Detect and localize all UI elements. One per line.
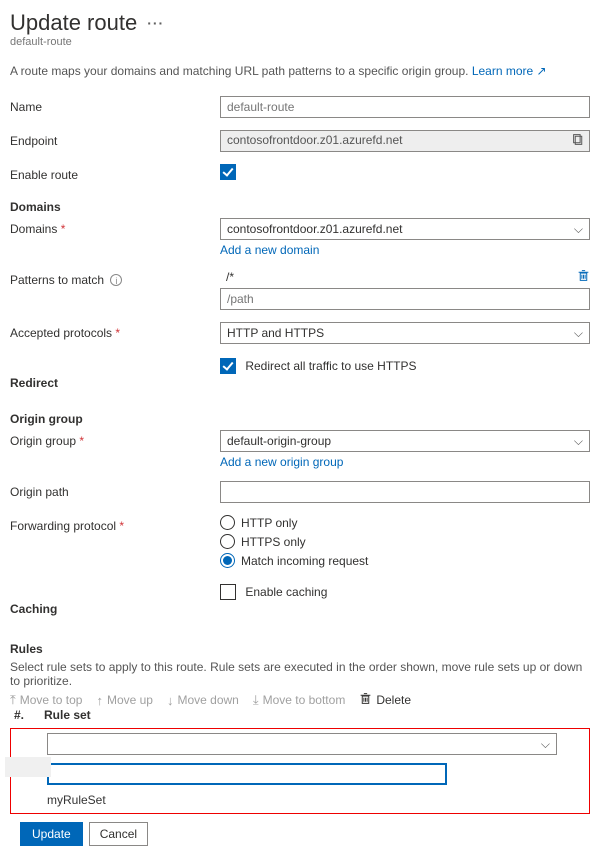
accepted-protocols-label: Accepted protocols — [10, 326, 112, 340]
origin-group-select[interactable]: default-origin-group ⌵ — [220, 430, 590, 452]
endpoint-field: contosofrontdoor.z01.azurefd.net — [220, 130, 590, 152]
move-up-button: ↑ Move up — [96, 693, 153, 708]
arrow-up-icon: ↑ — [96, 693, 103, 708]
radio-https-only[interactable]: HTTPS only — [220, 534, 590, 549]
origin-group-value: default-origin-group — [227, 434, 331, 448]
radio-match-request-label: Match incoming request — [241, 554, 368, 568]
rule-set-option[interactable]: myRuleSet — [47, 793, 583, 807]
caching-section-header: Caching — [10, 602, 220, 616]
rules-toolbar: ⤒ Move to top ↑ Move up ↓ Move down ⤓ Mo… — [10, 692, 590, 708]
chevron-down-icon: ⌵ — [574, 434, 583, 449]
name-field — [220, 96, 590, 118]
table-row-bg — [5, 757, 51, 777]
move-bottom-icon: ⤓ — [253, 692, 259, 708]
origin-group-label: Origin group — [10, 434, 76, 448]
copy-icon[interactable] — [572, 133, 585, 149]
enable-caching-label: Enable caching — [245, 585, 327, 599]
add-domain-link[interactable]: Add a new domain — [220, 243, 319, 257]
rules-section-header: Rules — [10, 642, 590, 656]
radio-https-only-label: HTTPS only — [241, 535, 306, 549]
more-icon[interactable]: ··· — [147, 15, 164, 31]
rule-set-select[interactable]: ⌵ — [47, 733, 557, 755]
rule-set-table: ⌵ myRuleSet — [10, 728, 590, 814]
pattern-value: /* — [220, 270, 577, 284]
origin-path-label: Origin path — [10, 481, 220, 499]
chevron-down-icon: ⌵ — [574, 326, 583, 341]
required-asterisk: * — [115, 326, 120, 340]
delete-pattern-icon[interactable] — [577, 269, 590, 285]
delete-button[interactable]: Delete — [359, 692, 411, 708]
domains-select[interactable]: contosofrontdoor.z01.azurefd.net ⌵ — [220, 218, 590, 240]
accepted-protocols-value: HTTP and HTTPS — [227, 326, 324, 340]
required-asterisk: * — [79, 434, 84, 448]
cancel-button[interactable]: Cancel — [89, 822, 148, 846]
radio-http-only[interactable]: HTTP only — [220, 515, 590, 530]
learn-more-link[interactable]: Learn more — [472, 64, 533, 78]
page-title: Update route — [10, 10, 137, 36]
move-top-button: ⤒ Move to top — [10, 692, 82, 708]
required-asterisk: * — [119, 519, 124, 533]
domains-label: Domains — [10, 222, 57, 236]
column-number-header: #. — [14, 708, 44, 722]
patterns-label: Patterns to match — [10, 273, 104, 287]
info-icon[interactable]: i — [110, 274, 122, 286]
domains-value: contosofrontdoor.z01.azurefd.net — [227, 222, 402, 236]
rule-set-search-input[interactable] — [47, 763, 447, 785]
domains-section-header: Domains — [10, 200, 590, 214]
move-bottom-button: ⤓ Move to bottom — [253, 692, 345, 708]
origin-group-section-header: Origin group — [10, 412, 590, 426]
enable-caching-checkbox[interactable] — [220, 584, 236, 600]
external-link-icon: ↗ — [537, 64, 547, 78]
column-rule-set-header: Rule set — [44, 708, 91, 722]
chevron-down-icon: ⌵ — [574, 222, 583, 237]
redirect-https-label: Redirect all traffic to use HTTPS — [245, 359, 416, 373]
description-text: A route maps your domains and matching U… — [10, 64, 468, 78]
move-top-icon: ⤒ — [10, 692, 16, 708]
origin-path-input[interactable] — [220, 481, 590, 503]
arrow-down-icon: ↓ — [167, 693, 174, 708]
enable-route-label: Enable route — [10, 164, 220, 182]
trash-icon — [359, 692, 372, 708]
radio-match-request[interactable]: Match incoming request — [220, 553, 590, 568]
page-description: A route maps your domains and matching U… — [10, 64, 590, 78]
redirect-https-checkbox[interactable] — [220, 358, 236, 374]
move-down-button: ↓ Move down — [167, 693, 239, 708]
rules-description: Select rule sets to apply to this route.… — [10, 660, 590, 688]
endpoint-label: Endpoint — [10, 130, 220, 148]
name-label: Name — [10, 96, 220, 114]
page-subtitle: default-route — [10, 36, 590, 48]
add-origin-group-link[interactable]: Add a new origin group — [220, 455, 343, 469]
pattern-input[interactable] — [220, 288, 590, 310]
required-asterisk: * — [61, 222, 66, 236]
update-button[interactable]: Update — [20, 822, 83, 846]
forwarding-protocol-label: Forwarding protocol — [10, 519, 116, 533]
radio-http-only-label: HTTP only — [241, 516, 297, 530]
enable-route-checkbox[interactable] — [220, 164, 236, 180]
accepted-protocols-select[interactable]: HTTP and HTTPS ⌵ — [220, 322, 590, 344]
chevron-down-icon: ⌵ — [541, 737, 550, 752]
redirect-section-header: Redirect — [10, 376, 220, 390]
endpoint-value: contosofrontdoor.z01.azurefd.net — [227, 133, 402, 147]
